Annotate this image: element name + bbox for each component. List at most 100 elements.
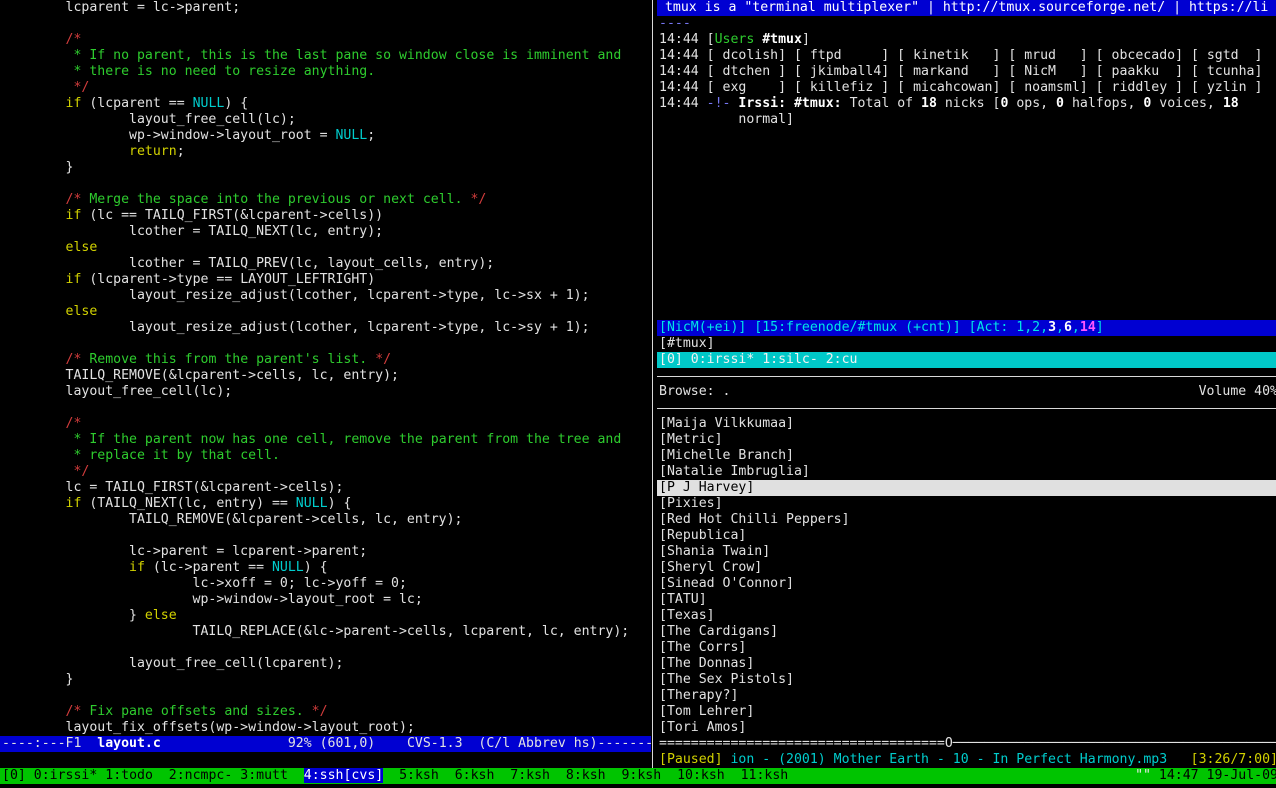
text-segment: ----:---F1 [2,736,97,751]
artist-item[interactable]: [Metric] [657,432,1276,448]
text-segment: ------------------------------ [598,736,651,751]
text-segment: 14 [1080,320,1096,335]
track-time: [3:26/7:00] [1191,752,1276,768]
artist-item-selected[interactable]: [P J Harvey] [657,480,1276,496]
artist-item[interactable]: [Therapy?] [657,688,1276,704]
artist-item[interactable]: [The Sex Pistols] [657,672,1276,688]
code-line: /* Remove this from the parent's list. *… [2,352,651,368]
ncmpc-progress-bar[interactable]: ====================================O───… [657,736,1276,752]
text-segment: Total of [842,96,921,111]
artist-item[interactable]: [Tom Lehrer] [657,704,1276,720]
tmux-window-3-mutt[interactable]: 3:mutt [240,768,288,783]
text-segment: lcother = TAILQ_PREV(lc, layout_cells, e… [2,256,494,271]
text-segment: */ [470,192,486,207]
tmux-window-0-irssi[interactable]: 0:irssi* [34,768,98,783]
text-segment: , [1072,320,1080,335]
code-line: if (lcparent->type == LAYOUT_LEFTRIGHT) [2,272,651,288]
chat-line: 14:44 [ exg ] [ killefiz ] [ micahcowan]… [659,80,1276,96]
text-segment: } [2,160,73,175]
text-segment [2,208,66,223]
text-segment [2,560,129,575]
text-segment [2,240,66,255]
text-segment: 14:44 [ dcolish] [ ftpd ] [ kinetik ] [ … [659,48,1262,63]
text-segment: TAILQ_REMOVE(&lcparent->cells, lc, entry… [2,368,399,383]
code-line [2,400,651,416]
artist-item[interactable]: [Tori Amos] [657,720,1276,736]
artist-item[interactable]: [Sinead O'Connor] [657,576,1276,592]
code-line: */ [2,80,651,96]
artist-item[interactable]: [Natalie Imbruglia] [657,464,1276,480]
artist-item[interactable]: [Texas] [657,608,1276,624]
tmux-terminal-screen: lcparent = lc->parent; /* * If no parent… [0,0,1276,788]
text-segment: * If no parent, this is the last pane so… [73,48,621,63]
tmux-window-6-ksh[interactable]: 6:ksh [455,768,495,783]
text-segment [2,64,73,79]
artist-item[interactable]: [Michelle Branch] [657,448,1276,464]
artist-item[interactable]: [TATU] [657,592,1276,608]
playback-status: [Paused] ion - (2001) Mother Earth - 10 … [659,752,1167,768]
volume-indicator: Volume 40% [1199,384,1276,400]
pane-divider-vertical[interactable] [652,0,653,768]
text-segment: wp->window->layout_root = lc; [2,592,423,607]
tmux-window-2-ncmpc[interactable]: 2:ncmpc- [169,768,233,783]
artist-item[interactable]: [Shania Twain] [657,544,1276,560]
text-segment: #tmux [762,32,802,47]
text-segment: ) { [328,496,352,511]
text-segment [439,768,455,783]
text-segment: if [66,496,82,511]
tmux-window-9-ksh[interactable]: 9:ksh [621,768,661,783]
text-segment: /* [66,704,82,719]
text-segment [2,80,73,95]
text-segment: * replace it by that cell. [73,448,279,463]
text-segment: Users [715,32,755,47]
artist-item[interactable]: [Republica] [657,528,1276,544]
text-segment: else [66,240,98,255]
artist-item[interactable]: [Maija Vilkkumaa] [657,416,1276,432]
pane-divider-horizontal[interactable] [657,376,1276,377]
code-line: lcother = TAILQ_PREV(lc, layout_cells, e… [2,256,651,272]
irc-messages: ----14:44 [Users #tmux]14:44 [ dcolish] … [657,16,1276,128]
text-segment: #tmux: [794,96,842,111]
text-segment: */ [73,80,89,95]
tmux-window-5-ksh[interactable]: 5:ksh [399,768,439,783]
hostname-quotes: "" [1135,768,1151,783]
text-segment [161,736,288,751]
artist-item[interactable]: [Red Hot Chilli Peppers] [657,512,1276,528]
code-line: * there is no need to resize anything. [2,64,651,80]
artist-item[interactable]: [The Corrs] [657,640,1276,656]
artist-item[interactable]: [Sheryl Crow] [657,560,1276,576]
text-segment [2,416,66,431]
irc-input-line[interactable]: [#tmux] [657,336,1276,352]
tmux-window-7-ksh[interactable]: 7:ksh [510,768,550,783]
inner-tmux-statusbar: [0] 0:irssi* 1:silc- 2:cu [657,352,1276,368]
text-segment: Remove this from the parent's list. [81,352,375,367]
code-line: if (lcparent == NULL) { [2,96,651,112]
text-segment [153,768,169,783]
code-line: TAILQ_REMOVE(&lcparent->cells, lc, entry… [2,512,651,528]
clock-date: 14:47 19-Jul-09 [1151,768,1276,783]
emacs-minibuffer[interactable] [0,752,651,768]
text-segment: layout.c [97,736,161,751]
tmux-window-8-ksh[interactable]: 8:ksh [566,768,606,783]
tmux-window-4-ssh-active[interactable]: 4:ssh[cvs] [304,768,383,783]
tmux-window-10-ksh[interactable]: 10:ksh [677,768,725,783]
artist-item[interactable]: [The Donnas] [657,656,1276,672]
emacs-pane[interactable]: lcparent = lc->parent; /* * If no parent… [0,0,651,768]
code-line [2,688,651,704]
artist-item[interactable]: [The Cardigans] [657,624,1276,640]
ncmpc-title: Browse: . [659,384,730,400]
text-segment: ] [1096,320,1104,335]
text-segment [2,704,66,719]
code-line: lcparent = lc->parent; [2,0,651,16]
code-line: wp->window->layout_root = lc; [2,592,651,608]
code-line: layout_free_cell(lcparent); [2,656,651,672]
artist-item[interactable]: [Pixies] [657,496,1276,512]
tmux-window-1-todo[interactable]: 1:todo [105,768,153,783]
tmux-window-11-ksh[interactable]: 11:ksh [741,768,789,783]
text-segment: TAILQ_REMOVE(&lcparent->cells, lc, entry… [2,512,463,527]
code-buffer: lcparent = lc->parent; /* * If no parent… [0,0,651,736]
code-line: TAILQ_REPLACE(&lc->parent->cells, lcpare… [2,624,651,640]
tmux-status-right: "" 14:47 19-Jul-09 [1135,768,1276,784]
code-line [2,640,651,656]
text-segment [2,432,73,447]
